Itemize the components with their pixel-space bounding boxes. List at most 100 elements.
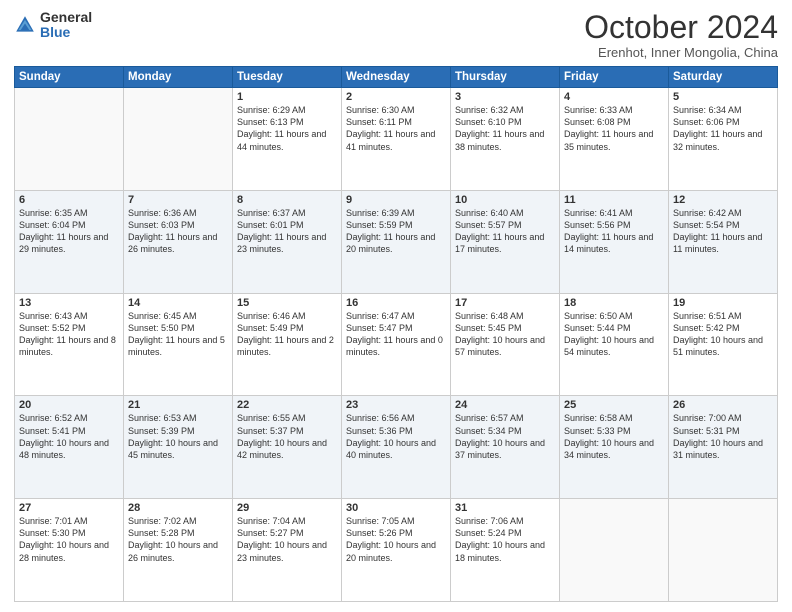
day-number: 3 (455, 91, 555, 103)
day-number: 12 (673, 194, 773, 206)
cell-info: Sunrise: 7:05 AM Sunset: 5:26 PM Dayligh… (346, 515, 446, 564)
table-row: 22Sunrise: 6:55 AM Sunset: 5:37 PM Dayli… (233, 396, 342, 499)
calendar-week-row: 20Sunrise: 6:52 AM Sunset: 5:41 PM Dayli… (15, 396, 778, 499)
cell-info: Sunrise: 6:56 AM Sunset: 5:36 PM Dayligh… (346, 412, 446, 461)
table-row: 25Sunrise: 6:58 AM Sunset: 5:33 PM Dayli… (560, 396, 669, 499)
day-number: 30 (346, 502, 446, 514)
day-number: 11 (564, 194, 664, 206)
cell-info: Sunrise: 6:47 AM Sunset: 5:47 PM Dayligh… (346, 310, 446, 359)
table-row: 31Sunrise: 7:06 AM Sunset: 5:24 PM Dayli… (451, 499, 560, 602)
cell-info: Sunrise: 6:50 AM Sunset: 5:44 PM Dayligh… (564, 310, 664, 359)
day-number: 18 (564, 297, 664, 309)
table-row (15, 88, 124, 191)
cell-info: Sunrise: 6:51 AM Sunset: 5:42 PM Dayligh… (673, 310, 773, 359)
day-number: 14 (128, 297, 228, 309)
cell-info: Sunrise: 6:43 AM Sunset: 5:52 PM Dayligh… (19, 310, 119, 359)
table-row: 23Sunrise: 6:56 AM Sunset: 5:36 PM Dayli… (342, 396, 451, 499)
cell-info: Sunrise: 6:40 AM Sunset: 5:57 PM Dayligh… (455, 207, 555, 256)
calendar-week-row: 27Sunrise: 7:01 AM Sunset: 5:30 PM Dayli… (15, 499, 778, 602)
table-row: 6Sunrise: 6:35 AM Sunset: 6:04 PM Daylig… (15, 190, 124, 293)
table-row: 16Sunrise: 6:47 AM Sunset: 5:47 PM Dayli… (342, 293, 451, 396)
cell-info: Sunrise: 6:34 AM Sunset: 6:06 PM Dayligh… (673, 104, 773, 153)
day-number: 26 (673, 399, 773, 411)
day-number: 21 (128, 399, 228, 411)
table-row: 17Sunrise: 6:48 AM Sunset: 5:45 PM Dayli… (451, 293, 560, 396)
cell-info: Sunrise: 6:42 AM Sunset: 5:54 PM Dayligh… (673, 207, 773, 256)
cell-info: Sunrise: 6:35 AM Sunset: 6:04 PM Dayligh… (19, 207, 119, 256)
day-number: 22 (237, 399, 337, 411)
cell-info: Sunrise: 7:04 AM Sunset: 5:27 PM Dayligh… (237, 515, 337, 564)
table-row: 19Sunrise: 6:51 AM Sunset: 5:42 PM Dayli… (669, 293, 778, 396)
col-monday: Monday (124, 67, 233, 88)
table-row: 1Sunrise: 6:29 AM Sunset: 6:13 PM Daylig… (233, 88, 342, 191)
col-sunday: Sunday (15, 67, 124, 88)
day-number: 1 (237, 91, 337, 103)
calendar-header-row: Sunday Monday Tuesday Wednesday Thursday… (15, 67, 778, 88)
table-row: 12Sunrise: 6:42 AM Sunset: 5:54 PM Dayli… (669, 190, 778, 293)
table-row: 10Sunrise: 6:40 AM Sunset: 5:57 PM Dayli… (451, 190, 560, 293)
table-row: 27Sunrise: 7:01 AM Sunset: 5:30 PM Dayli… (15, 499, 124, 602)
logo-text: General Blue (40, 10, 92, 41)
table-row: 13Sunrise: 6:43 AM Sunset: 5:52 PM Dayli… (15, 293, 124, 396)
table-row (124, 88, 233, 191)
table-row: 30Sunrise: 7:05 AM Sunset: 5:26 PM Dayli… (342, 499, 451, 602)
table-row: 29Sunrise: 7:04 AM Sunset: 5:27 PM Dayli… (233, 499, 342, 602)
day-number: 8 (237, 194, 337, 206)
cell-info: Sunrise: 6:53 AM Sunset: 5:39 PM Dayligh… (128, 412, 228, 461)
day-number: 17 (455, 297, 555, 309)
table-row: 3Sunrise: 6:32 AM Sunset: 6:10 PM Daylig… (451, 88, 560, 191)
table-row: 11Sunrise: 6:41 AM Sunset: 5:56 PM Dayli… (560, 190, 669, 293)
cell-info: Sunrise: 6:58 AM Sunset: 5:33 PM Dayligh… (564, 412, 664, 461)
logo: General Blue (14, 10, 92, 41)
table-row: 20Sunrise: 6:52 AM Sunset: 5:41 PM Dayli… (15, 396, 124, 499)
table-row: 15Sunrise: 6:46 AM Sunset: 5:49 PM Dayli… (233, 293, 342, 396)
day-number: 25 (564, 399, 664, 411)
day-number: 19 (673, 297, 773, 309)
cell-info: Sunrise: 6:41 AM Sunset: 5:56 PM Dayligh… (564, 207, 664, 256)
table-row: 24Sunrise: 6:57 AM Sunset: 5:34 PM Dayli… (451, 396, 560, 499)
col-saturday: Saturday (669, 67, 778, 88)
table-row: 26Sunrise: 7:00 AM Sunset: 5:31 PM Dayli… (669, 396, 778, 499)
day-number: 31 (455, 502, 555, 514)
table-row: 14Sunrise: 6:45 AM Sunset: 5:50 PM Dayli… (124, 293, 233, 396)
day-number: 24 (455, 399, 555, 411)
cell-info: Sunrise: 7:06 AM Sunset: 5:24 PM Dayligh… (455, 515, 555, 564)
table-row: 7Sunrise: 6:36 AM Sunset: 6:03 PM Daylig… (124, 190, 233, 293)
month-title: October 2024 (584, 10, 778, 45)
cell-info: Sunrise: 6:29 AM Sunset: 6:13 PM Dayligh… (237, 104, 337, 153)
cell-info: Sunrise: 7:02 AM Sunset: 5:28 PM Dayligh… (128, 515, 228, 564)
cell-info: Sunrise: 7:00 AM Sunset: 5:31 PM Dayligh… (673, 412, 773, 461)
cell-info: Sunrise: 6:33 AM Sunset: 6:08 PM Dayligh… (564, 104, 664, 153)
table-row: 8Sunrise: 6:37 AM Sunset: 6:01 PM Daylig… (233, 190, 342, 293)
logo-blue-text: Blue (40, 25, 92, 40)
col-tuesday: Tuesday (233, 67, 342, 88)
day-number: 7 (128, 194, 228, 206)
table-row: 5Sunrise: 6:34 AM Sunset: 6:06 PM Daylig… (669, 88, 778, 191)
day-number: 27 (19, 502, 119, 514)
day-number: 15 (237, 297, 337, 309)
logo-general-text: General (40, 10, 92, 25)
day-number: 20 (19, 399, 119, 411)
col-thursday: Thursday (451, 67, 560, 88)
header: General Blue October 2024 Erenhot, Inner… (14, 10, 778, 60)
location: Erenhot, Inner Mongolia, China (584, 45, 778, 60)
cell-info: Sunrise: 6:36 AM Sunset: 6:03 PM Dayligh… (128, 207, 228, 256)
calendar-week-row: 1Sunrise: 6:29 AM Sunset: 6:13 PM Daylig… (15, 88, 778, 191)
table-row: 18Sunrise: 6:50 AM Sunset: 5:44 PM Dayli… (560, 293, 669, 396)
day-number: 23 (346, 399, 446, 411)
table-row (669, 499, 778, 602)
cell-info: Sunrise: 6:55 AM Sunset: 5:37 PM Dayligh… (237, 412, 337, 461)
day-number: 10 (455, 194, 555, 206)
day-number: 5 (673, 91, 773, 103)
page: General Blue October 2024 Erenhot, Inner… (0, 0, 792, 612)
logo-icon (14, 14, 36, 36)
calendar-week-row: 6Sunrise: 6:35 AM Sunset: 6:04 PM Daylig… (15, 190, 778, 293)
day-number: 4 (564, 91, 664, 103)
table-row: 9Sunrise: 6:39 AM Sunset: 5:59 PM Daylig… (342, 190, 451, 293)
cell-info: Sunrise: 6:45 AM Sunset: 5:50 PM Dayligh… (128, 310, 228, 359)
cell-info: Sunrise: 6:57 AM Sunset: 5:34 PM Dayligh… (455, 412, 555, 461)
day-number: 16 (346, 297, 446, 309)
table-row (560, 499, 669, 602)
cell-info: Sunrise: 6:32 AM Sunset: 6:10 PM Dayligh… (455, 104, 555, 153)
table-row: 21Sunrise: 6:53 AM Sunset: 5:39 PM Dayli… (124, 396, 233, 499)
